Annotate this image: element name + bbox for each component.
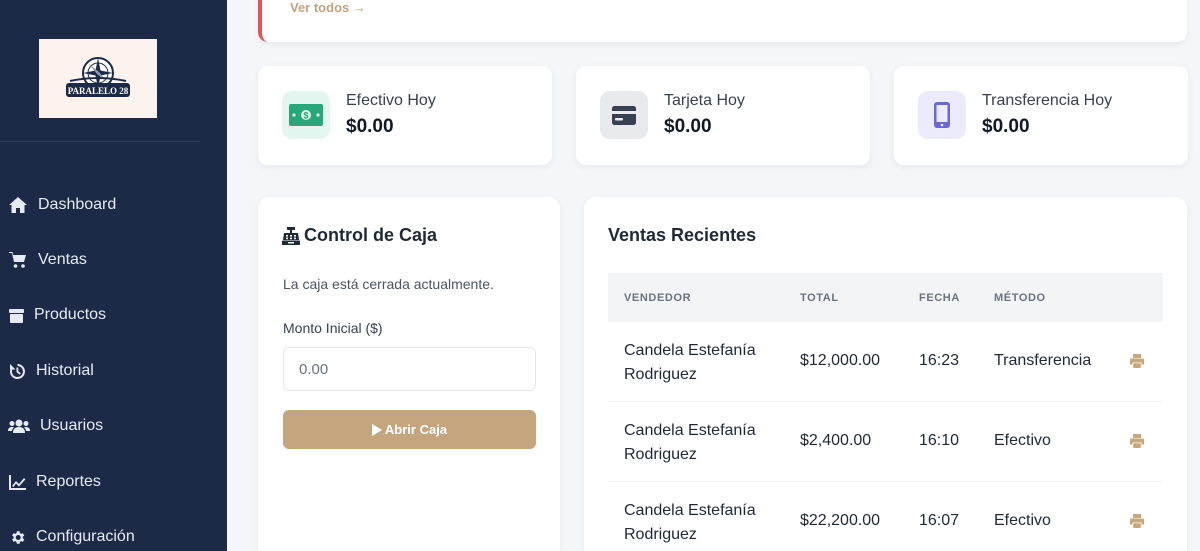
column-header-fecha: FECHA — [919, 292, 960, 304]
initial-amount-input[interactable] — [283, 347, 536, 391]
print-icon[interactable] — [1130, 354, 1146, 370]
total-cell: $12,000.00 — [800, 352, 881, 369]
sidebar-item-label: Productos — [34, 306, 107, 323]
open-cash-button[interactable]: Abrir Caja — [283, 410, 536, 449]
initial-amount-label: Monto Inicial ($) — [283, 320, 383, 336]
home-icon — [8, 195, 28, 215]
time-cell: 16:10 — [919, 432, 960, 449]
vendor-first-line: Candela Estefanía — [624, 422, 756, 439]
stat-value: $0.00 — [664, 116, 712, 137]
vendor-first-line: Candela Estefanía — [624, 502, 756, 519]
total-cell: $22,200.00 — [800, 512, 881, 529]
open-cash-label: Abrir Caja — [384, 422, 448, 437]
sidebar-item-historial[interactable]: Historial — [0, 351, 227, 391]
vendor-cell: Candela Estefanía Rodriguez — [624, 419, 784, 467]
box-icon — [8, 305, 24, 325]
see-all-link[interactable]: Ver todos → — [290, 0, 366, 15]
alert-card: Ver todos → — [258, 0, 1187, 42]
sidebar: PARALELO 28 Dashboard Ventas Productos H… — [0, 0, 227, 551]
mobile-icon — [918, 91, 966, 139]
stat-card-transferencia: Transferencia Hoy $0.00 — [894, 66, 1188, 165]
stat-label: Efectivo Hoy — [346, 92, 436, 109]
cash-control-panel: Control de Caja La caja está cerrada act… — [258, 197, 560, 551]
stat-label: Transferencia Hoy — [982, 92, 1113, 109]
svg-text:PARALELO 28: PARALELO 28 — [68, 86, 129, 96]
sidebar-item-productos[interactable]: Productos — [0, 295, 227, 335]
print-icon[interactable] — [1130, 434, 1146, 450]
table-row: Candela Estefanía Rodriguez $2,400.00 16… — [608, 402, 1163, 482]
svg-text:$: $ — [303, 111, 308, 121]
brand-logo[interactable]: PARALELO 28 — [39, 39, 157, 118]
time-cell: 16:07 — [919, 512, 960, 529]
table-row: Candela Estefanía Rodriguez $12,000.00 1… — [608, 322, 1163, 402]
method-cell: Efectivo — [994, 512, 1051, 529]
total-cell: $2,400.00 — [800, 432, 872, 449]
time-cell: 16:23 — [919, 352, 960, 369]
money-icon: $ — [282, 91, 330, 139]
print-icon[interactable] — [1130, 514, 1146, 530]
credit-card-icon — [600, 91, 648, 139]
cash-status-text: La caja está cerrada actualmente. — [283, 276, 494, 292]
history-icon — [8, 361, 26, 381]
stat-label: Tarjeta Hoy — [664, 92, 745, 109]
sidebar-item-reportes[interactable]: Reportes — [0, 462, 227, 502]
cash-register-icon — [282, 226, 304, 245]
compass-logo-icon: PARALELO 28 — [66, 56, 130, 97]
vendor-cell: Candela Estefanía Rodriguez — [624, 339, 784, 387]
cart-icon — [8, 250, 28, 270]
method-cell: Efectivo — [994, 432, 1051, 449]
chart-line-icon — [8, 472, 26, 492]
sidebar-item-label: Usuarios — [40, 417, 104, 434]
table-row: Candela Estefanía Rodriguez $22,200.00 1… — [608, 482, 1163, 551]
recent-sales-panel: Ventas Recientes VENDEDOR TOTAL FECHA MÉ… — [584, 197, 1187, 551]
sidebar-item-ventas[interactable]: Ventas — [0, 240, 227, 280]
table-header: VENDEDOR TOTAL FECHA MÉTODO — [608, 273, 1163, 322]
sidebar-item-label: Configuración — [36, 528, 135, 545]
sidebar-item-label: Ventas — [38, 251, 87, 268]
sidebar-item-usuarios[interactable]: Usuarios — [0, 406, 227, 446]
method-cell: Transferencia — [994, 352, 1092, 369]
sidebar-item-configuracion[interactable]: Configuración — [0, 517, 227, 551]
column-header-total: TOTAL — [800, 292, 839, 304]
vendor-second-line: Rodriguez — [624, 446, 697, 463]
vendor-second-line: Rodriguez — [624, 366, 697, 383]
stat-card-efectivo: $ Efectivo Hoy $0.00 — [258, 66, 552, 165]
stat-value: $0.00 — [346, 116, 394, 137]
sidebar-item-label: Dashboard — [38, 196, 117, 213]
sidebar-divider — [0, 141, 200, 142]
stat-card-tarjeta: Tarjeta Hoy $0.00 — [576, 66, 870, 165]
vendor-first-line: Candela Estefanía — [624, 342, 756, 359]
users-icon — [8, 416, 30, 436]
play-icon — [371, 423, 385, 436]
sidebar-item-label: Reportes — [36, 473, 101, 490]
panel-title: Ventas Recientes — [608, 225, 756, 246]
column-header-vendedor: VENDEDOR — [624, 292, 692, 304]
vendor-cell: Candela Estefanía Rodriguez — [624, 499, 784, 547]
sidebar-item-dashboard[interactable]: Dashboard — [0, 185, 227, 225]
stat-value: $0.00 — [982, 116, 1030, 137]
vendor-second-line: Rodriguez — [624, 526, 697, 543]
column-header-metodo: MÉTODO — [994, 292, 1046, 304]
main-content: Ver todos → $ Efectivo Hoy $0.00 Tarjeta… — [227, 0, 1200, 551]
panel-title: Control de Caja — [282, 225, 437, 246]
gear-icon — [8, 527, 26, 547]
recent-sales-title: Ventas Recientes — [608, 225, 757, 245]
sidebar-item-label: Historial — [36, 362, 94, 379]
cash-control-title: Control de Caja — [304, 225, 438, 245]
